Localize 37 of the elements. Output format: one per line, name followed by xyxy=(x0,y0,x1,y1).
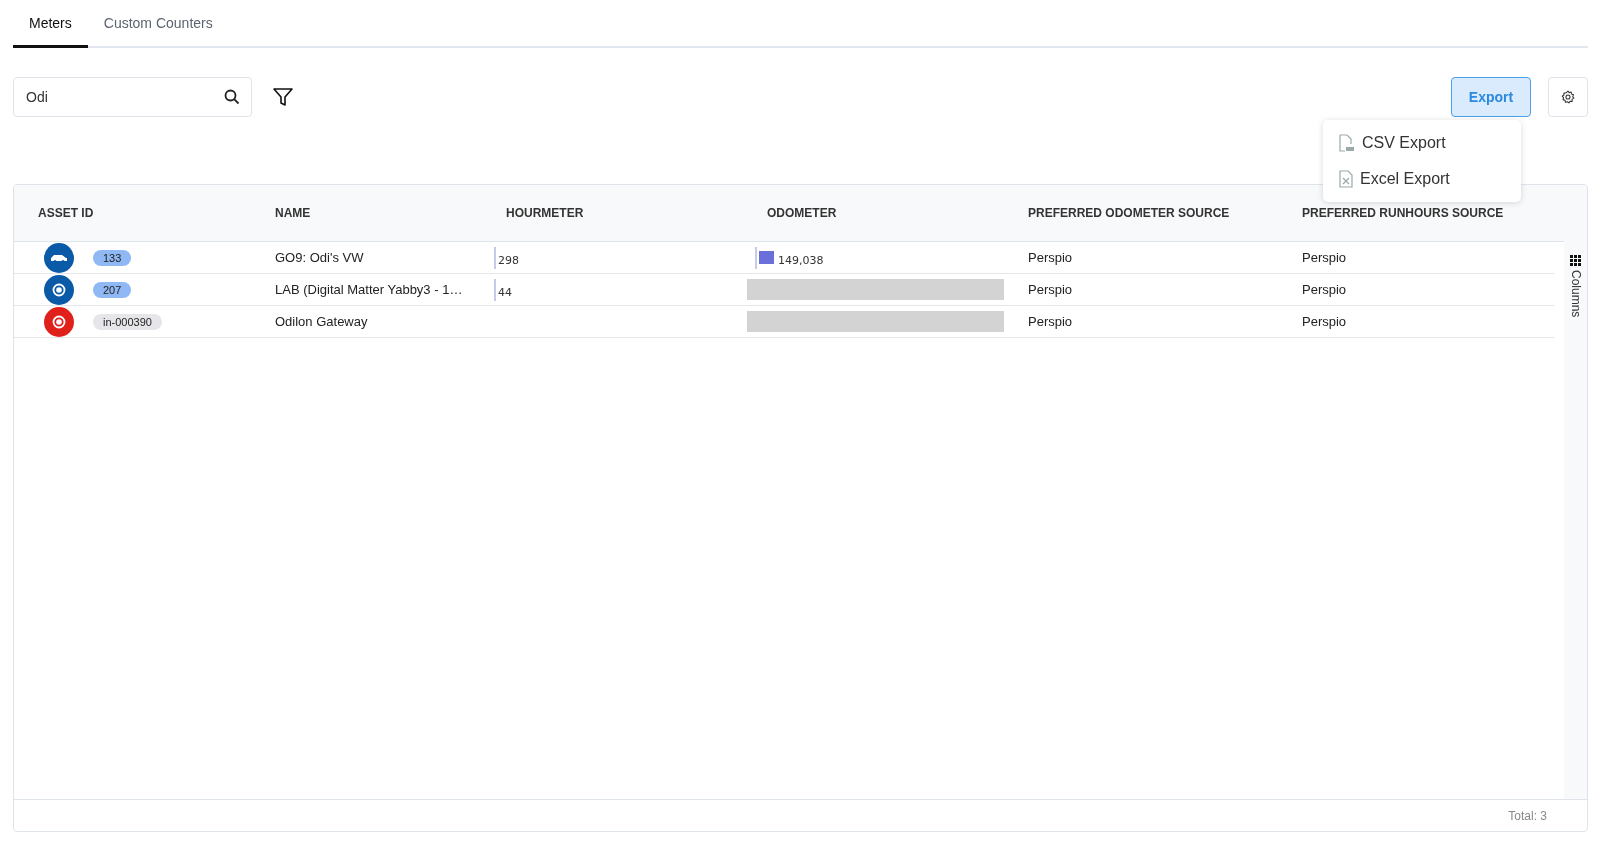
bar-marker-icon xyxy=(759,251,774,264)
table-cell-text: Perspio xyxy=(1301,250,1348,265)
table-cell-text: Perspio xyxy=(1027,250,1074,265)
table-cell-text: Perspio xyxy=(1027,282,1074,297)
asset-id-tag: 133 xyxy=(93,249,132,266)
menu-item[interactable]: CSV Export xyxy=(1323,125,1521,161)
filter-icon[interactable] xyxy=(272,86,294,108)
total-count: Total: 3 xyxy=(1508,808,1547,823)
asset-id-tag: 207 xyxy=(93,281,132,298)
hourmeter-value: 298 xyxy=(498,253,519,267)
search-field[interactable]: Odi xyxy=(13,77,252,117)
search-icon xyxy=(224,89,240,105)
columns-label: Columns xyxy=(1568,270,1583,318)
asset-id-tag: in-000390 xyxy=(93,313,162,330)
table-cell-text: Perspio xyxy=(1301,314,1348,329)
columns-panel-tab[interactable]: Columns xyxy=(1564,185,1587,799)
tab[interactable]: Custom Counters xyxy=(87,0,229,48)
column-header[interactable]: NAME xyxy=(251,206,482,220)
column-header[interactable]: HOURMETER xyxy=(482,206,743,220)
hourmeter-value: 44 xyxy=(498,285,512,299)
csv-file-icon xyxy=(1339,134,1355,152)
table-cell-text: Odilon Gateway xyxy=(274,314,369,329)
excel-file-icon xyxy=(1339,170,1353,188)
table-cell-text: LAB (Digital Matter Yabby3 - 1… xyxy=(274,282,464,297)
column-header[interactable]: ODOMETER xyxy=(743,206,1004,220)
settings-button[interactable] xyxy=(1548,77,1588,117)
grid-icon xyxy=(1570,255,1581,266)
tab[interactable]: Meters xyxy=(13,0,88,48)
table-cell-text: Perspio xyxy=(1301,282,1348,297)
table-cell-text: Perspio xyxy=(1027,314,1074,329)
column-header[interactable]: PREFERRED ODOMETER SOURCE xyxy=(1004,206,1278,220)
menu-item[interactable]: Excel Export xyxy=(1323,161,1521,197)
column-header[interactable]: ASSET ID xyxy=(14,206,251,220)
column-header[interactable]: PREFERRED RUNHOURS SOURCE xyxy=(1278,206,1564,220)
table-cell-text: GO9: Odi's VW xyxy=(274,250,365,265)
settings-icon xyxy=(1561,90,1575,104)
odometer-value: 149,038 xyxy=(778,253,824,267)
